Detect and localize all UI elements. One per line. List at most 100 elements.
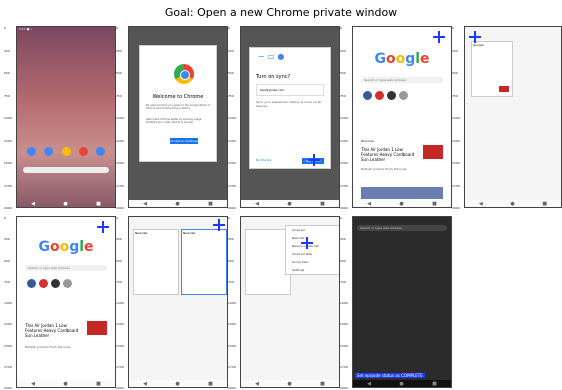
tabs-screen: New tab New tab ◀ ● ■ bbox=[128, 216, 228, 388]
menu-item-close-all-tabs[interactable]: Close all tabs bbox=[286, 250, 339, 258]
axis-tick-label: 0 bbox=[4, 216, 6, 220]
tap-marker-icon bbox=[97, 221, 109, 233]
google-logo: Google bbox=[38, 239, 94, 255]
youtube-icon[interactable] bbox=[39, 279, 48, 288]
axis-tick-label: 2000 bbox=[116, 386, 124, 390]
nav-bar: ◀ ● ■ bbox=[17, 380, 115, 387]
axis-tick-label: 1250 bbox=[228, 138, 236, 143]
axis-tick-label: 500 bbox=[228, 71, 234, 75]
tab-thumbnail bbox=[499, 86, 509, 92]
dock bbox=[27, 147, 105, 156]
google-logo: Google bbox=[374, 51, 430, 67]
play-store-icon[interactable] bbox=[61, 147, 71, 156]
recents-icon[interactable]: ■ bbox=[96, 201, 101, 207]
facebook-icon[interactable] bbox=[27, 279, 36, 288]
shortcut-icon[interactable] bbox=[63, 279, 72, 288]
messages-icon[interactable] bbox=[44, 147, 54, 156]
axis-tick-label: 250 bbox=[4, 237, 10, 242]
tab-card-2[interactable]: New tab bbox=[181, 229, 227, 295]
nav-bar: ◀ ● ■ bbox=[353, 380, 451, 387]
tap-marker-icon bbox=[308, 154, 320, 166]
back-icon[interactable]: ◀ bbox=[31, 201, 35, 207]
tap-marker-icon bbox=[301, 237, 313, 249]
nav-bar: ◀ ● ■ bbox=[241, 380, 339, 387]
chrome-logo-icon bbox=[174, 64, 194, 84]
axis-tick-label: 1000 bbox=[340, 301, 348, 305]
no-thanks-button[interactable]: No thanks bbox=[256, 158, 271, 162]
axis-tick-label: 1750 bbox=[116, 364, 124, 369]
axis-tick-label: 2000 bbox=[340, 386, 348, 390]
shortcut-icon[interactable] bbox=[399, 91, 408, 100]
axis-tick-label: 0 bbox=[116, 26, 118, 30]
axis-tick-label: 1000 bbox=[4, 116, 12, 120]
welcome-dialog: Welcome to Chrome By using Chrome you ag… bbox=[139, 45, 217, 162]
axis-tick-label: 1500 bbox=[228, 161, 236, 165]
sync-dialog: ∼ ▭ ● Turn on sync? test@gmail.com Sync … bbox=[249, 47, 331, 169]
nav-bar: ◀ ● ■ bbox=[129, 200, 227, 207]
axis-tick-label: 250 bbox=[228, 48, 234, 53]
nav-bar: ◀ ● ■ bbox=[241, 200, 339, 207]
axis-tick-label: 1750 bbox=[4, 364, 12, 369]
tab-card[interactable]: Google bbox=[471, 41, 513, 97]
article-thumbnail[interactable] bbox=[87, 321, 107, 335]
nav-bar: ◀ ● ■ bbox=[17, 200, 115, 207]
new-tab-screen: Google Search or type web address Discov… bbox=[352, 26, 452, 208]
account-chip[interactable]: test@gmail.com bbox=[256, 84, 324, 96]
axis-tick-label: 1000 bbox=[452, 116, 460, 120]
tap-marker-icon bbox=[433, 31, 445, 43]
axis-tick-label: 1250 bbox=[340, 322, 348, 327]
axis-tick-label: 1250 bbox=[452, 138, 460, 143]
axis-tick-label: 2000 bbox=[4, 386, 12, 390]
axis-tick-label: 1500 bbox=[340, 161, 348, 165]
axis-tick-label: 500 bbox=[340, 258, 346, 263]
youtube-icon[interactable] bbox=[375, 91, 384, 100]
tab-card-1[interactable]: New tab bbox=[133, 229, 179, 295]
phone-icon[interactable] bbox=[27, 147, 36, 156]
axis-tick-label: 1250 bbox=[340, 138, 348, 143]
frame-new-tab-2: Google Search or type web address This A… bbox=[4, 208, 116, 390]
search-input[interactable]: Search or type web address bbox=[25, 265, 107, 271]
menu-item-close-all[interactable]: Close all bbox=[286, 226, 339, 234]
axis-tick-label: 1000 bbox=[116, 116, 124, 120]
axis-tick-label: 750 bbox=[452, 93, 458, 98]
article-title[interactable]: This Air Jordan 1 Low Features Heavy Car… bbox=[25, 323, 83, 338]
accept-button[interactable]: Accept & continue bbox=[170, 138, 198, 144]
menu-item-new-tab[interactable]: New tab bbox=[286, 234, 339, 242]
article-image[interactable] bbox=[361, 187, 443, 199]
espn-icon[interactable] bbox=[51, 279, 60, 288]
axis-tick-label: 1250 bbox=[228, 322, 236, 327]
camera-icon[interactable] bbox=[96, 147, 105, 156]
menu-item-new-incognito-tab[interactable]: New incognito tab bbox=[286, 242, 339, 250]
axis-tick-label: 0 bbox=[452, 26, 454, 30]
usage-checkbox[interactable]: Help make Chrome better by sending usage… bbox=[146, 118, 210, 124]
search-input[interactable]: Search or type web address bbox=[361, 77, 443, 83]
frame-overflow-menu: Close all New tab New incognito tab Clos… bbox=[228, 208, 340, 390]
facebook-icon[interactable] bbox=[363, 91, 372, 100]
chrome-icon[interactable] bbox=[78, 147, 88, 156]
axis-tick-label: 1000 bbox=[4, 301, 12, 305]
nav-bar: ◀ ● ■ bbox=[129, 380, 227, 387]
menu-item-group-tabs[interactable]: Group tabs bbox=[286, 258, 339, 266]
axis-tick-label: 750 bbox=[228, 93, 234, 98]
google-search-bar[interactable] bbox=[23, 167, 109, 173]
frame-incognito: Search or type web address Set episode s… bbox=[340, 208, 452, 390]
espn-icon[interactable] bbox=[387, 91, 396, 100]
axis-tick-label: 1750 bbox=[340, 364, 348, 369]
discover-subheading: Refresh Jordans From Discover bbox=[25, 345, 71, 349]
menu-item-settings[interactable]: Settings bbox=[286, 266, 339, 274]
axis-tick-label: 1500 bbox=[116, 161, 124, 165]
axis-tick-label: 2000 bbox=[452, 206, 460, 210]
axis-tick-label: 750 bbox=[340, 279, 346, 284]
frame-new-tab: Google Search or type web address Discov… bbox=[340, 18, 452, 210]
article-title[interactable]: This Air Jordan 1 Low Features Heavy Car… bbox=[361, 147, 419, 162]
axis-tick-label: 500 bbox=[452, 71, 458, 75]
axis-tick-label: 1750 bbox=[340, 183, 348, 188]
incognito-search-input[interactable]: Search or type web address bbox=[357, 225, 447, 231]
discover-label: Discover bbox=[361, 139, 375, 143]
nav-bar: ◀ ● ■ bbox=[465, 200, 561, 207]
article-thumbnail[interactable] bbox=[423, 145, 443, 159]
home-icon[interactable]: ● bbox=[63, 201, 67, 207]
axis-tick-label: 1750 bbox=[116, 183, 124, 188]
incognito-screen: Search or type web address Set episode s… bbox=[352, 216, 452, 388]
axis-tick-label: 250 bbox=[116, 48, 122, 53]
